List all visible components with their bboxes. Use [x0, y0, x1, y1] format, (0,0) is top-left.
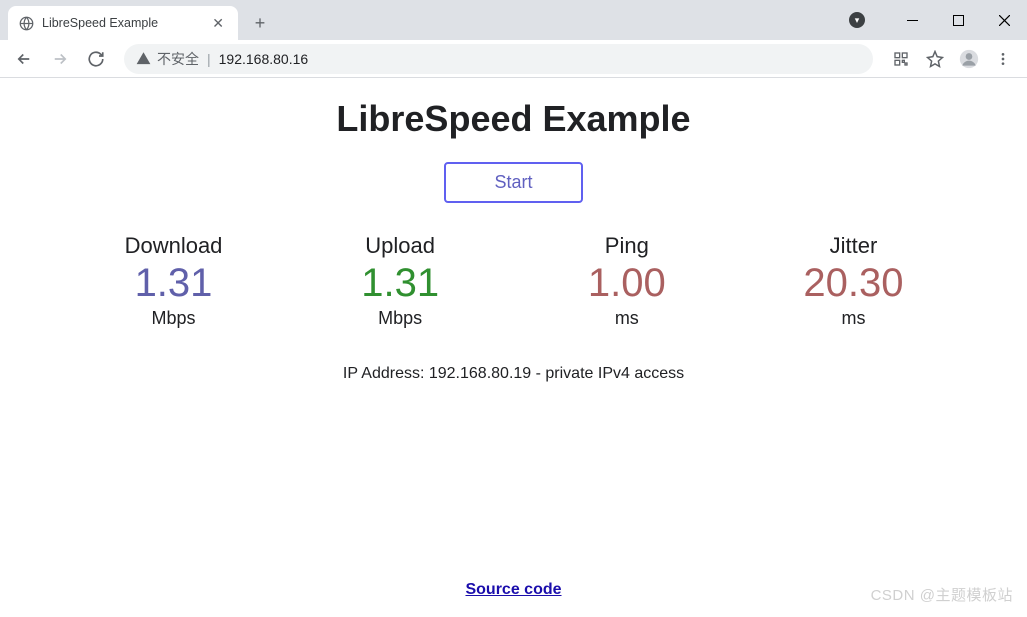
ip-prefix: IP Address:: [343, 365, 429, 382]
page-title: LibreSpeed Example: [336, 98, 690, 140]
warning-icon: [136, 51, 151, 66]
menu-button[interactable]: [987, 43, 1019, 75]
page-content: LibreSpeed Example Start Download 1.31 M…: [0, 78, 1027, 617]
not-secure-warning: 不安全: [136, 49, 199, 69]
window-close-button[interactable]: [981, 0, 1027, 40]
metric-value: 1.31: [300, 261, 500, 306]
metric-label: Jitter: [753, 233, 953, 259]
reload-button[interactable]: [80, 43, 112, 75]
metric-ping: Ping 1.00 ms: [527, 233, 727, 329]
address-url: 192.168.80.16: [219, 51, 309, 67]
ip-value: 192.168.80.19 - private IPv4 access: [429, 365, 684, 382]
metric-jitter: Jitter 20.30 ms: [753, 233, 953, 329]
bookmark-button[interactable]: [919, 43, 951, 75]
globe-icon: [18, 15, 34, 31]
close-icon[interactable]: ✕: [208, 13, 228, 34]
address-bar[interactable]: 不安全 | 192.168.80.16: [124, 44, 873, 74]
ip-address-line: IP Address: 192.168.80.19 - private IPv4…: [343, 365, 684, 383]
metric-value: 1.31: [74, 261, 274, 306]
address-separator: |: [207, 51, 211, 67]
chevron-down-icon: ▾: [855, 15, 860, 26]
metric-label: Upload: [300, 233, 500, 259]
new-tab-button[interactable]: +: [246, 9, 274, 37]
metric-label: Ping: [527, 233, 727, 259]
metric-unit: Mbps: [74, 308, 274, 329]
metric-unit: Mbps: [300, 308, 500, 329]
metric-value: 1.00: [527, 261, 727, 306]
qr-icon[interactable]: [885, 43, 917, 75]
metric-unit: ms: [753, 308, 953, 329]
minimize-button[interactable]: [889, 0, 935, 40]
metric-download: Download 1.31 Mbps: [74, 233, 274, 329]
maximize-button[interactable]: [935, 0, 981, 40]
source-code-link[interactable]: Source code: [465, 581, 561, 599]
back-button[interactable]: [8, 43, 40, 75]
account-indicator[interactable]: ▾: [841, 4, 873, 36]
metrics-row: Download 1.31 Mbps Upload 1.31 Mbps Ping…: [74, 233, 954, 329]
browser-toolbar: 不安全 | 192.168.80.16: [0, 40, 1027, 78]
start-button[interactable]: Start: [444, 162, 582, 203]
metric-unit: ms: [527, 308, 727, 329]
watermark: CSDN @主题模板站: [871, 584, 1013, 605]
metric-upload: Upload 1.31 Mbps: [300, 233, 500, 329]
tab-title: LibreSpeed Example: [42, 16, 200, 30]
forward-button[interactable]: [44, 43, 76, 75]
window-titlebar: LibreSpeed Example ✕ + ▾: [0, 0, 1027, 40]
security-label: 不安全: [157, 49, 199, 69]
browser-tab[interactable]: LibreSpeed Example ✕: [8, 6, 238, 40]
metric-value: 20.30: [753, 261, 953, 306]
profile-button[interactable]: [953, 43, 985, 75]
metric-label: Download: [74, 233, 274, 259]
